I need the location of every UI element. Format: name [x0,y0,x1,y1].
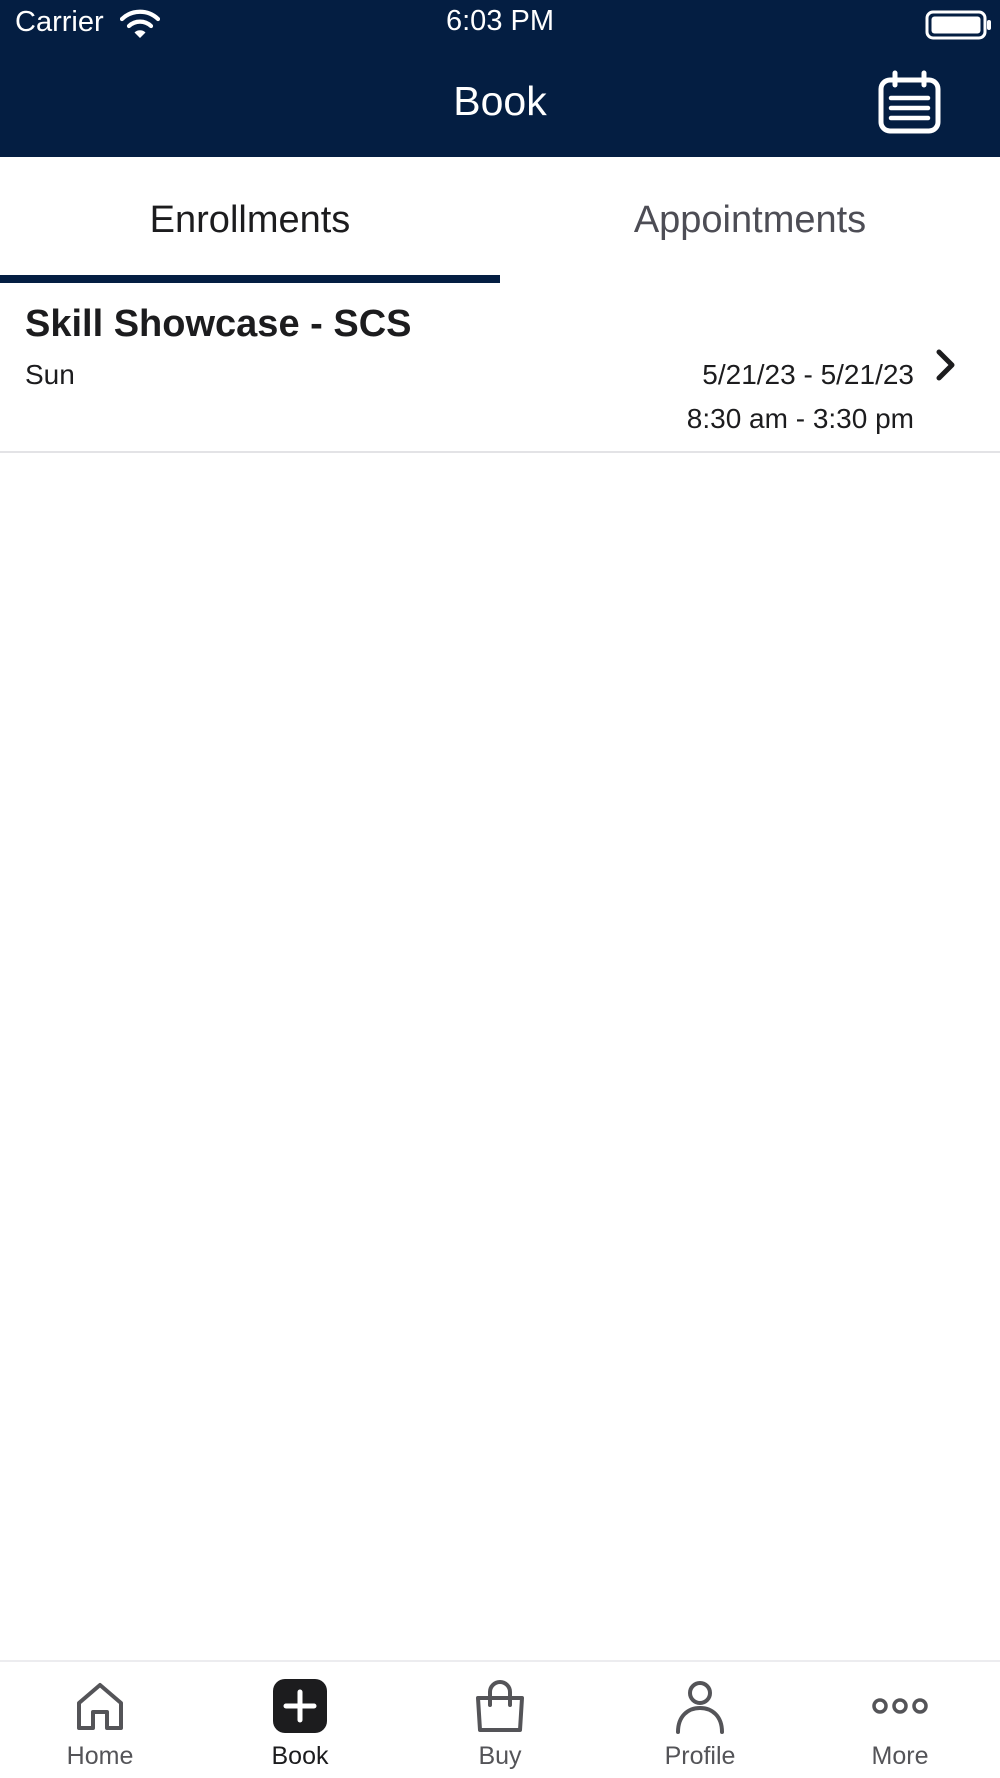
more-dots-icon [872,1698,928,1714]
bottom-tab-bar: Home Book Buy Profile More [0,1660,1000,1778]
tabbar-label-buy: Buy [478,1742,522,1770]
status-time: 6:03 PM [446,5,554,37]
battery-icon [925,10,991,40]
plus-square-icon [273,1679,327,1733]
tabbar-label-more: More [871,1742,929,1770]
tabbar-item-home[interactable]: Home [0,1662,200,1778]
enrollment-title: Skill Showcase - SCS [25,303,412,345]
tab-appointments[interactable]: Appointments [500,157,1000,283]
tabbar-item-book[interactable]: Book [200,1662,400,1778]
tab-enrollments[interactable]: Enrollments [0,157,500,283]
person-icon [676,1681,724,1734]
segment-tabs: Enrollments Appointments [0,157,1000,283]
enrollment-row[interactable]: Skill Showcase - SCS Sun 5/21/23 - 5/21/… [0,283,1000,453]
tabbar-label-home: Home [66,1742,134,1770]
book-screen: Carrier 6:03 PM Book Enrollments Appoint… [0,0,1000,1778]
enrollment-day: Sun [25,359,75,390]
tabbar-label-profile: Profile [664,1742,736,1770]
enrollment-times: 8:30 am - 3:30 pm [686,403,914,434]
tabbar-item-buy[interactable]: Buy [400,1662,600,1778]
enrollment-dates: 5/21/23 - 5/21/23 [702,359,914,390]
tab-selected-indicator [0,275,500,283]
header-bar: Carrier 6:03 PM Book [0,0,1000,157]
shopping-bag-icon [476,1680,524,1732]
tabbar-label-book: Book [271,1742,329,1770]
chevron-right-icon [936,349,955,381]
page-title: Book [453,78,547,124]
tabbar-item-profile[interactable]: Profile [600,1662,800,1778]
tabbar-item-more[interactable]: More [800,1662,1000,1778]
home-icon [77,1683,123,1730]
calendar-list-icon[interactable] [876,68,944,136]
